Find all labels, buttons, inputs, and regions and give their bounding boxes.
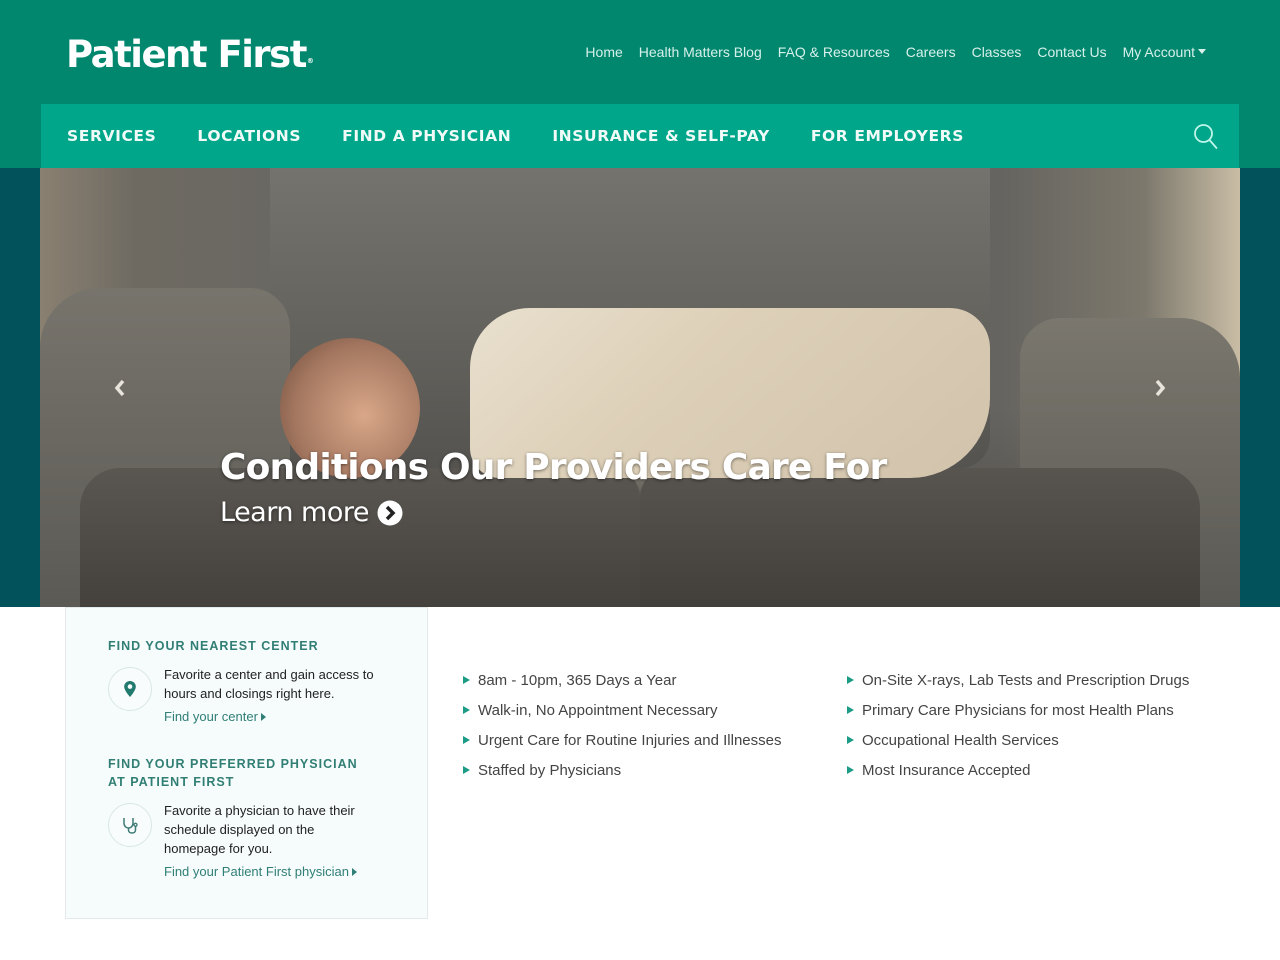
triangle-bullet-icon [463, 706, 470, 714]
util-nav-careers[interactable]: Careers [906, 43, 956, 61]
util-nav-faq-resources[interactable]: FAQ & Resources [778, 43, 890, 61]
triangle-bullet-icon [847, 676, 854, 684]
my-account-label: My Account [1122, 44, 1195, 60]
nearest-center-heading: FIND YOUR NEAREST CENTER [108, 639, 319, 653]
hero-learn-more-link[interactable]: Learn more [220, 496, 403, 530]
main-nav-services[interactable]: SERVICES [67, 127, 156, 145]
feature-text: Staffed by Physicians [478, 761, 622, 779]
find-your-physician-link[interactable]: Find your Patient First physician [164, 862, 357, 881]
features-list-left: 8am - 10pm, 365 Days a Year Walk-in, No … [463, 665, 782, 785]
feature-text: Most Insurance Accepted [862, 761, 1031, 779]
feature-item: Walk-in, No Appointment Necessary [463, 695, 782, 725]
main-nav-locations[interactable]: LOCATIONS [197, 127, 301, 145]
feature-text: Occupational Health Services [862, 731, 1059, 749]
nearest-center-section: FIND YOUR NEAREST CENTER Favorite a cent… [108, 637, 384, 726]
utility-nav: Home Health Matters Blog FAQ & Resources… [585, 43, 1206, 61]
preferred-physician-heading: FIND YOUR PREFERRED PHYSICIAN AT PATIENT… [108, 757, 358, 789]
map-pin-icon [124, 681, 136, 697]
main-nav-insurance-self-pay[interactable]: INSURANCE & SELF-PAY [552, 127, 770, 145]
find-your-center-link[interactable]: Find your center [164, 707, 266, 726]
feature-item: Occupational Health Services [847, 725, 1189, 755]
chevron-right-icon [1155, 379, 1166, 396]
hero-carousel: Conditions Our Providers Care For Learn … [40, 168, 1240, 607]
triangle-bullet-icon [847, 706, 854, 714]
feature-text: 8am - 10pm, 365 Days a Year [478, 671, 677, 689]
caret-down-icon [1198, 48, 1206, 54]
triangle-bullet-icon [847, 766, 854, 774]
stethoscope-icon [123, 818, 138, 834]
triangle-bullet-icon [847, 736, 854, 744]
util-nav-contact-us[interactable]: Contact Us [1037, 43, 1106, 61]
triangle-bullet-icon [463, 766, 470, 774]
map-pin-icon-circle [108, 667, 152, 711]
util-nav-home[interactable]: Home [585, 43, 622, 61]
chevron-left-icon [114, 379, 125, 396]
util-nav-health-matters-blog[interactable]: Health Matters Blog [639, 43, 762, 61]
feature-text: On-Site X-rays, Lab Tests and Prescripti… [862, 671, 1190, 689]
hero-section: Conditions Our Providers Care For Learn … [0, 168, 1280, 607]
feature-text: Urgent Care for Routine Injuries and Ill… [478, 731, 782, 749]
caret-right-icon [260, 712, 266, 721]
nearest-center-description: Favorite a center and gain access to hou… [164, 667, 374, 701]
carousel-prev-button[interactable] [90, 168, 150, 607]
triangle-bullet-icon [463, 736, 470, 744]
preferred-physician-description: Favorite a physician to have their sched… [164, 803, 355, 856]
main-nav-find-a-physician[interactable]: FIND A PHYSICIAN [342, 127, 511, 145]
triangle-bullet-icon [463, 676, 470, 684]
circle-chevron-right-icon [377, 500, 403, 526]
patient-first-logo[interactable]: Patient First® [66, 33, 314, 76]
registered-mark: ® [306, 57, 314, 65]
find-your-physician-label: Find your Patient First physician [164, 864, 349, 879]
learn-more-label: Learn more [220, 497, 369, 528]
feature-text: Primary Care Physicians for most Health … [862, 701, 1174, 719]
feature-item: 8am - 10pm, 365 Days a Year [463, 665, 782, 695]
feature-text: Walk-in, No Appointment Necessary [478, 701, 718, 719]
main-nav-for-employers[interactable]: FOR EMPLOYERS [811, 127, 964, 145]
site-header: Patient First® Home Health Matters Blog … [0, 0, 1280, 168]
hero-title: Conditions Our Providers Care For [220, 447, 887, 488]
main-nav: SERVICES LOCATIONS FIND A PHYSICIAN INSU… [41, 104, 1239, 168]
util-nav-my-account[interactable]: My Account [1123, 43, 1206, 61]
feature-item: Urgent Care for Routine Injuries and Ill… [463, 725, 782, 755]
feature-item: Staffed by Physicians [463, 755, 782, 785]
feature-item: On-Site X-rays, Lab Tests and Prescripti… [847, 665, 1189, 695]
features-list-right: On-Site X-rays, Lab Tests and Prescripti… [847, 665, 1189, 785]
util-nav-classes[interactable]: Classes [972, 43, 1022, 61]
stethoscope-icon-circle [108, 803, 152, 847]
preferred-physician-section: FIND YOUR PREFERRED PHYSICIAN AT PATIENT… [108, 755, 378, 881]
search-button[interactable] [1193, 123, 1219, 151]
hero-caption: Conditions Our Providers Care For Learn … [220, 446, 887, 530]
logo-text: Patient First [66, 33, 307, 76]
favorites-card: FIND YOUR NEAREST CENTER Favorite a cent… [65, 607, 428, 919]
feature-item: Most Insurance Accepted [847, 755, 1189, 785]
search-icon [1194, 124, 1218, 149]
feature-item: Primary Care Physicians for most Health … [847, 695, 1189, 725]
find-your-center-label: Find your center [164, 709, 258, 724]
carousel-next-button[interactable] [1130, 168, 1190, 607]
caret-right-icon [351, 867, 357, 876]
